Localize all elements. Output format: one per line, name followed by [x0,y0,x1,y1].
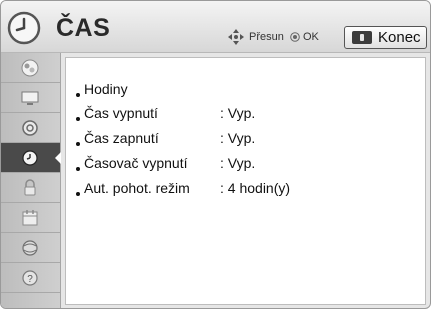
menu-item-label: Hodiny [84,81,128,97]
menu-item-value: : Vyp. [220,155,255,171]
time-menu-panel: Hodiny Čas vypnutí : Vyp. Čas zapnutí : … [65,57,426,305]
sidebar-item-schedule[interactable] [1,203,60,233]
value-separator: : [220,130,224,146]
help-icon: ? [22,270,38,286]
sidebar-item-audio[interactable] [1,113,60,143]
page-title: ČAS [56,14,111,42]
screen-icon [21,91,39,105]
menu-item-value: : 4 hodin(y) [220,180,290,196]
ok-button-icon [290,32,300,42]
bullet [76,192,80,196]
value-text: Vyp. [227,155,256,171]
bullet [76,142,80,146]
menu-item-value: : Vyp. [220,130,255,146]
sidebar-item-screen[interactable] [1,83,60,113]
sidebar-item-time[interactable] [1,143,61,173]
hint-move-label: Přesun [249,31,284,43]
exit-key-icon [352,31,372,44]
sidebar-item-picture[interactable] [1,53,60,83]
menu-item-label: Aut. pohot. režim [84,180,190,196]
time-settings-screen: ČAS Přesun OK Konec ? Hodiny Čas vypnutí… [0,0,431,309]
clock-icon [22,150,38,166]
value-separator: : [220,155,224,171]
exit-button-label: Konec [378,29,421,46]
clock-icon [7,11,41,45]
value-separator: : [220,105,224,121]
lock-icon [24,179,36,196]
value-text: Vyp. [227,130,256,146]
svg-text:?: ? [27,274,33,285]
category-sidebar: ? [1,53,61,308]
speaker-icon [22,120,38,136]
menu-item-label: Časovač vypnutí [84,155,188,171]
value-text: 4 hodin(y) [227,180,291,196]
sidebar-item-network[interactable] [1,233,60,263]
menu-item-value: : Vyp. [220,105,255,121]
bullet [76,167,80,171]
navigate-arrows-icon [228,29,244,45]
hint-ok-label: OK [303,31,319,43]
bullet [76,93,80,97]
sidebar-item-help[interactable]: ? [1,263,60,293]
exit-button[interactable]: Konec [344,26,427,49]
menu-item-label: Čas vypnutí [84,105,158,121]
picture-icon [21,59,39,77]
calendar-icon [22,210,38,226]
value-separator: : [220,180,224,196]
menu-item-label: Čas zapnutí [84,130,159,146]
bullet [76,117,80,121]
value-text: Vyp. [227,105,256,121]
network-icon [22,240,38,256]
header-bar: ČAS Přesun OK Konec [1,1,430,53]
sidebar-item-lock[interactable] [1,173,60,203]
